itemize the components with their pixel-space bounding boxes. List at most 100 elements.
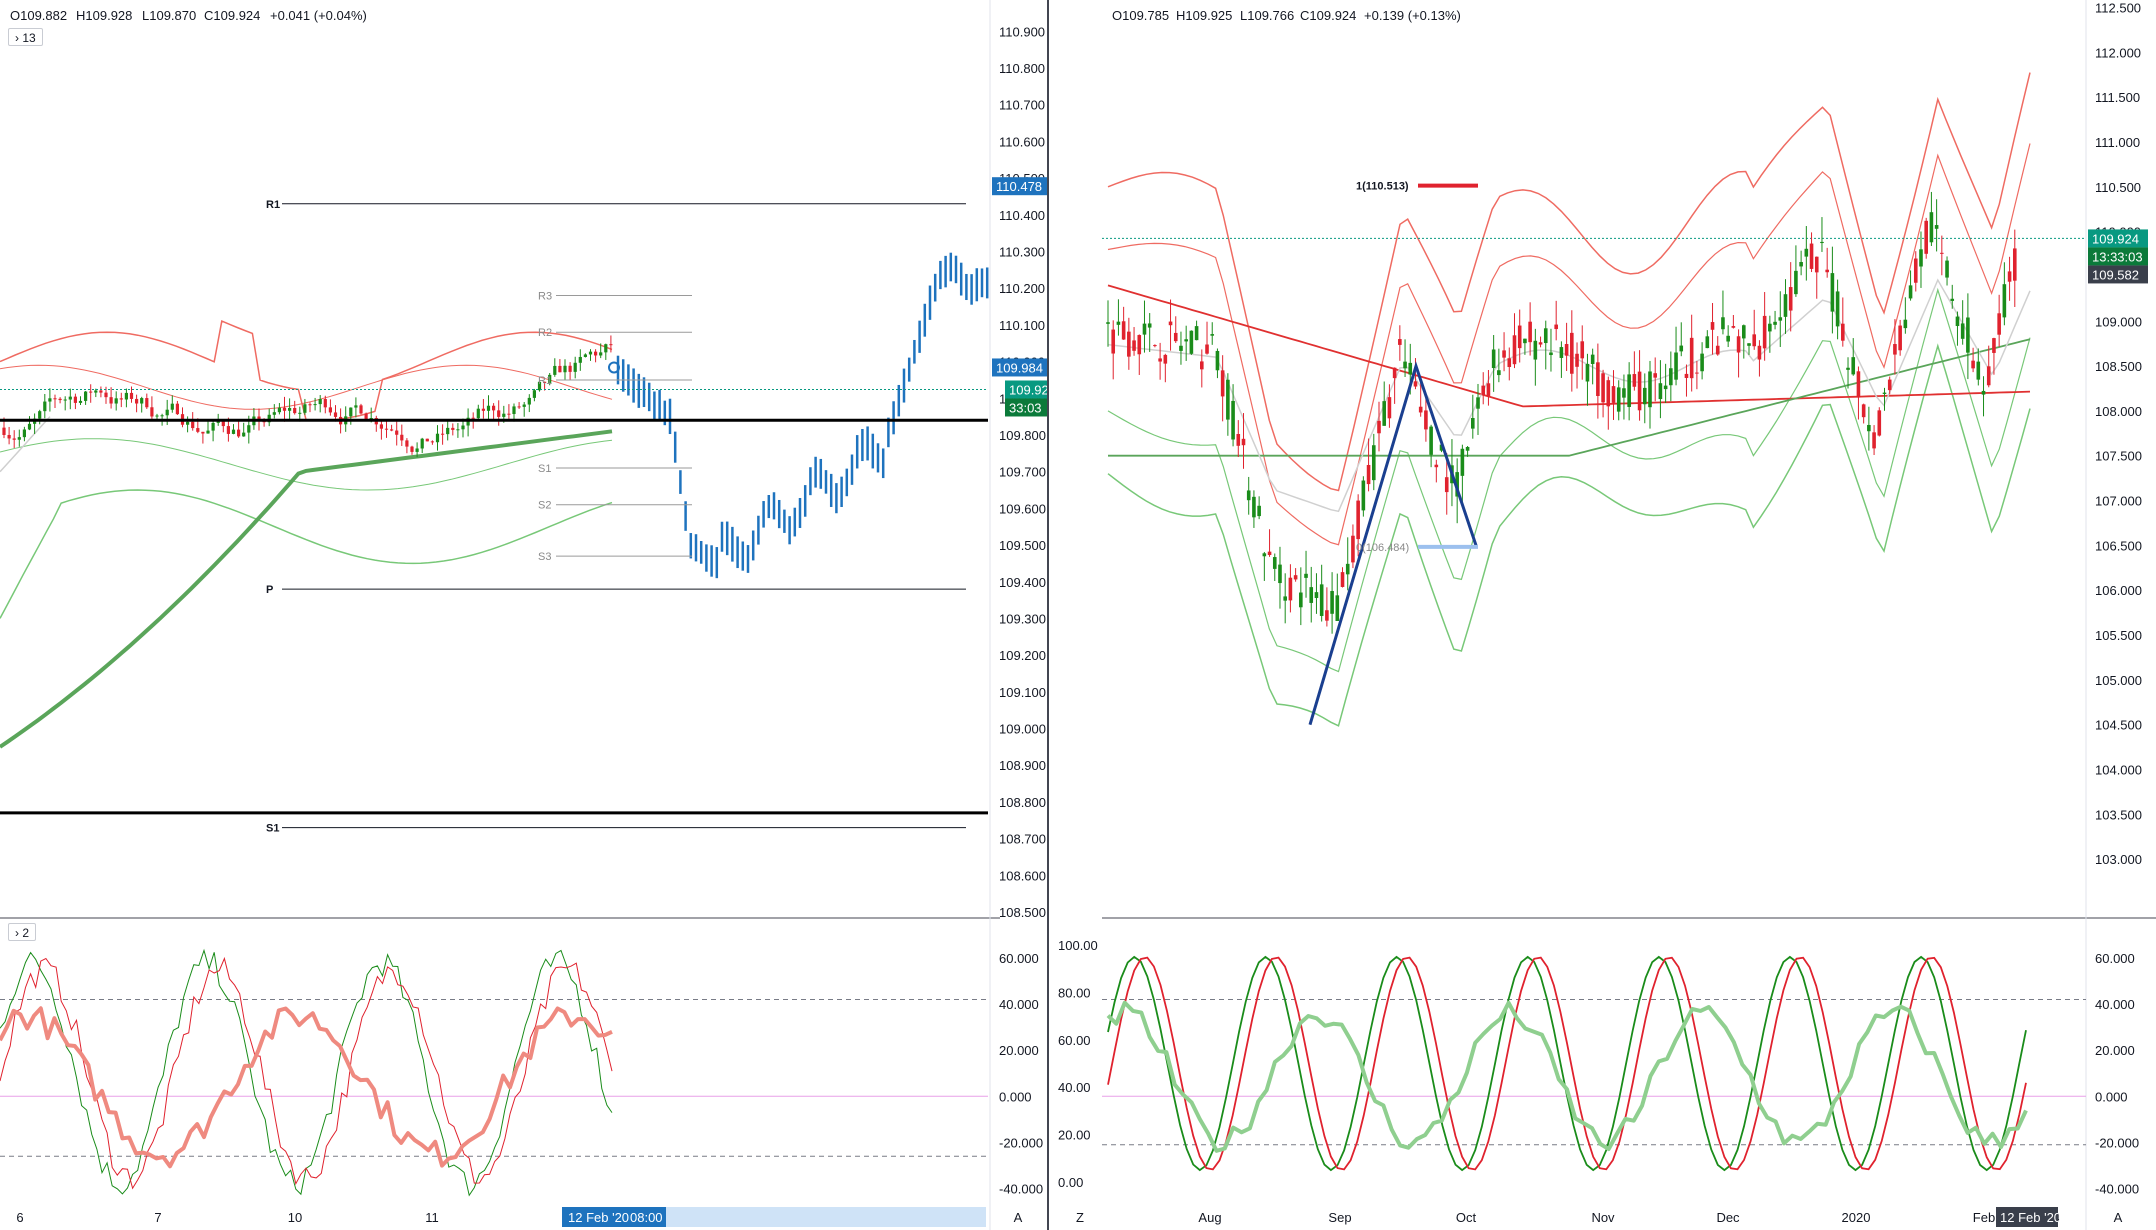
right-candle-body xyxy=(1361,480,1366,511)
right-candle-body xyxy=(1700,353,1704,372)
left-candle-body xyxy=(563,365,567,373)
left-price-tick: 109.500 xyxy=(999,538,1046,553)
left-price-tick: 109.400 xyxy=(999,575,1046,590)
right-candle-body xyxy=(1371,445,1376,481)
right-candle-body xyxy=(1830,273,1835,312)
right-candle-body xyxy=(1121,321,1126,340)
right-candle-body xyxy=(1299,592,1303,608)
right-candle-body xyxy=(1111,329,1116,354)
right-candle-body xyxy=(1788,287,1793,311)
right-candle-body xyxy=(1319,584,1324,616)
right-price-tick: 108.500 xyxy=(2095,359,2142,374)
left-candle-body xyxy=(12,438,16,440)
left-candle-body xyxy=(379,424,383,429)
right-candle-body xyxy=(1283,596,1287,601)
left-time-label: 10 xyxy=(288,1210,302,1225)
right-candle-body xyxy=(1642,387,1647,405)
left-indicators-toggle[interactable]: › 13 xyxy=(8,28,43,46)
right-candle-body xyxy=(1695,372,1699,374)
left-candle-body xyxy=(22,429,26,438)
left-time-axis[interactable]: 67101113141712 Feb '2008:00A xyxy=(16,1207,1023,1227)
left-price-tick: 109.600 xyxy=(999,501,1046,516)
right-candle-body xyxy=(1137,335,1142,355)
left-ohlc-open: O109.882 xyxy=(10,8,67,23)
left-candle-body xyxy=(165,409,169,416)
right-candle-body xyxy=(1913,258,1918,283)
right-candle-body xyxy=(1147,323,1152,328)
left-price-tick: 110.600 xyxy=(999,134,1045,149)
left-candle-body xyxy=(114,398,118,404)
left-candle-body xyxy=(99,390,103,393)
left-ohlc-change: +0.041 (+0.04%) xyxy=(270,8,367,23)
right-candle-body xyxy=(1262,553,1267,557)
right-candle-body xyxy=(1554,324,1558,330)
right-candle-body xyxy=(1570,332,1574,374)
left-oscillator-pane[interactable]: 60.000 40.000 20.000 0.000 -20.000 -40.000 xyxy=(0,948,1043,1197)
right-candle-body xyxy=(1783,294,1788,317)
right-candle-body xyxy=(1241,438,1246,446)
right-candle-body xyxy=(1471,417,1475,429)
right-candle-body xyxy=(1236,434,1241,446)
left-candle-body xyxy=(476,408,480,419)
right-candle-body xyxy=(1611,386,1616,403)
right-candle-body xyxy=(1955,316,1960,327)
right-candle-body xyxy=(1382,401,1387,426)
left-candle-body xyxy=(201,431,205,434)
right-candle-body xyxy=(1747,343,1751,346)
right-candle-body xyxy=(1168,321,1173,326)
right-osc-tick: -20.000 xyxy=(2095,1135,2139,1150)
right-candle-body xyxy=(1585,363,1590,382)
right-candle-body xyxy=(1267,551,1272,555)
left-candle-body xyxy=(170,403,174,410)
left-price-tick: 108.600 xyxy=(999,868,1046,883)
left-osc-histogram-line xyxy=(0,1006,613,1169)
right-time-label: Aug xyxy=(1198,1210,1221,1225)
left-candle-body xyxy=(48,398,52,402)
right-candle-body xyxy=(1418,406,1423,413)
left-price-pane[interactable]: R1 P S1 R3 R2 R1 S1 S2 S3 O109.882 H109.928 L109… xyxy=(0,0,1000,1230)
left-osc-tick: -40.000 xyxy=(999,1181,1043,1196)
left-osc-indicators-toggle[interactable]: › 2 xyxy=(8,923,37,941)
left-candle-body xyxy=(461,425,465,430)
right-last-price-badge: 109.924 xyxy=(2092,231,2139,246)
right-candle-body xyxy=(1846,367,1850,370)
right-candle-body xyxy=(2012,248,2017,281)
right-candle-body xyxy=(1106,322,1110,324)
right-candle-body xyxy=(1809,243,1814,269)
left-price-tick: 109.700 xyxy=(999,465,1046,480)
right-candle-body xyxy=(1627,374,1631,407)
left-candle-body xyxy=(89,391,93,393)
right-time-label: Sep xyxy=(1328,1210,1351,1225)
right-candle-body xyxy=(1622,388,1626,398)
right-candle-body xyxy=(1465,447,1470,451)
left-candle-body xyxy=(68,396,72,400)
right-ma-badge: 109.582 xyxy=(2092,267,2139,282)
right-osc-tick: 20.000 xyxy=(2095,1043,2135,1058)
left-candle-body xyxy=(308,404,312,406)
right-crosshair-date: 12 Feb '20 xyxy=(2000,1210,2061,1225)
left-osc-tick: 40.000 xyxy=(999,997,1039,1012)
right-time-label: Nov xyxy=(1591,1210,1615,1225)
left-candle-body xyxy=(196,428,200,432)
left-candle-body xyxy=(104,392,108,398)
right-candle-body xyxy=(1142,323,1147,335)
right-axis-letter-right: A xyxy=(2114,1210,2123,1225)
left-price-tick: 110.100 xyxy=(999,318,1045,333)
right-candle-body xyxy=(1215,350,1220,371)
left-time-label: 11 xyxy=(425,1210,439,1225)
right-candle-body xyxy=(1773,321,1777,325)
right-candle-body xyxy=(1762,315,1767,349)
right-price-axis[interactable]: 112.500112.000111.500111.000110.500110.0… xyxy=(2088,0,2148,867)
left-price-axis[interactable]: 110.900110.800110.700110.600110.500110.4… xyxy=(992,24,1056,920)
right-candle-body xyxy=(1872,432,1876,449)
right-ohlc-high: H109.925 xyxy=(1176,8,1232,23)
left-candle-body xyxy=(486,405,491,411)
right-oscillator-pane[interactable]: 60.000 40.000 20.000 0.000 -20.000 -40.000 100… xyxy=(1058,938,2139,1196)
right-candle-body xyxy=(1778,317,1783,321)
right-candle-body xyxy=(1330,591,1334,614)
right-candle-body xyxy=(1752,334,1757,347)
right-time-axis[interactable]: AugSepOctNovDec2020Feb2412 Feb '20ZA xyxy=(1076,1207,2123,1227)
trading-chart[interactable]: R1 P S1 R3 R2 R1 S1 S2 S3 O109.882 H109.928 L109… xyxy=(0,0,2156,1230)
left-candle-body xyxy=(328,407,332,413)
right-candle-body xyxy=(1278,564,1282,584)
